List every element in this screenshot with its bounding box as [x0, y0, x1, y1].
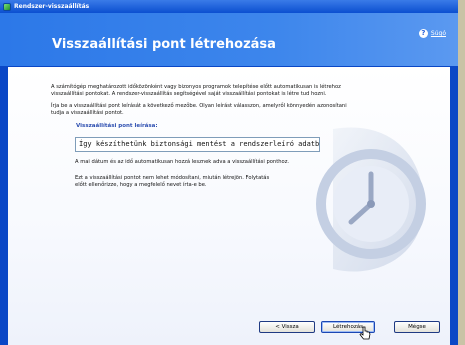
- wizard-content: A számítógép meghatározott időközönként …: [8, 67, 450, 345]
- intro-paragraph: A számítógép meghatározott időközönként …: [51, 84, 341, 97]
- window-title: Rendszer-visszaállítás: [14, 3, 90, 10]
- restore-icon: [3, 2, 11, 11]
- title-bar: Rendszer-visszaállítás: [0, 0, 458, 13]
- instruction-paragraph: Írja be a visszaállítási pont leírását a…: [51, 103, 347, 116]
- wizard-header: Visszaállítási pont létrehozása ? Súgó: [0, 13, 458, 66]
- system-restore-window: Rendszer-visszaállítás Visszaállítási po…: [0, 0, 458, 345]
- cancel-button[interactable]: Mégse: [394, 321, 440, 333]
- help-label: Súgó: [430, 30, 446, 37]
- date-note: A mai dátum és az idő automatikusan hozz…: [75, 159, 290, 165]
- warning-paragraph: Ezt a visszaállítási pontot nem lehet mó…: [75, 175, 270, 188]
- description-input[interactable]: Így készíthetünk biztonsági mentést a re…: [75, 137, 320, 152]
- page-title: Visszaállítási pont létrehozása: [52, 37, 276, 52]
- help-link[interactable]: ? Súgó: [418, 29, 446, 38]
- hand-cursor-icon: [359, 326, 371, 340]
- help-icon: ?: [418, 29, 428, 38]
- description-label: Visszaállítási pont leírása:: [76, 123, 158, 129]
- back-button[interactable]: < Vissza: [259, 321, 315, 333]
